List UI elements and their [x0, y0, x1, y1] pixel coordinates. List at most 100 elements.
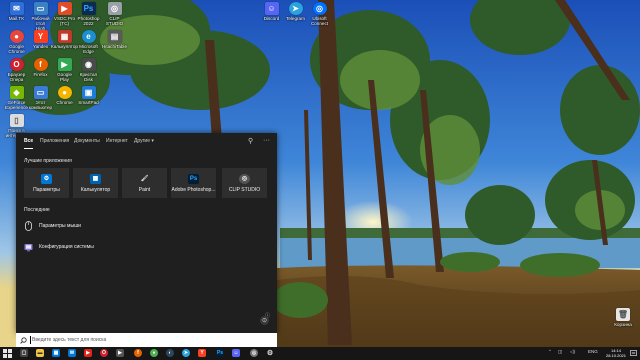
telegram-icon: ➤ [288, 2, 303, 15]
desktop-icon-16[interactable]: ▭ Этот компьютер [27, 86, 54, 110]
desktop-icon-10[interactable]: O Браузер Опера [3, 58, 30, 82]
desktop-icon-11[interactable]: f Firefox [27, 58, 54, 77]
more-options-icon[interactable]: ··· [263, 137, 270, 144]
desktop-icon-17[interactable]: ● Chrome [51, 86, 78, 105]
recent-title: Последние [24, 207, 50, 213]
desktop-icon-12[interactable]: ▶ Google Play [51, 58, 78, 82]
mail-icon: ✉ [9, 2, 24, 15]
chrome-icon: ● [9, 30, 24, 43]
telegram-icon[interactable]: ➤ [182, 349, 190, 357]
computer-icon: ▭ [33, 86, 48, 99]
photoshop-icon: Ps [81, 2, 96, 15]
clip-studio-icon: ◎ [107, 2, 122, 15]
desktop-icon-3[interactable]: Ps Photoshop 2022 [75, 2, 102, 26]
tab-all[interactable]: Все [24, 138, 34, 149]
gear-icon: ⚙ [41, 173, 52, 184]
volume-icon[interactable]: ◁) [570, 349, 575, 355]
recycle-bin[interactable]: 🗑 Корзина [611, 308, 635, 327]
pad-icon: ▣ [81, 86, 96, 99]
search-input[interactable] [32, 335, 232, 345]
clip-studio-icon: ◎ [239, 173, 250, 184]
tray-overflow-icon[interactable]: ⌃ [548, 349, 552, 355]
app-tile-photoshop[interactable]: Ps Adobe Photoshop... [171, 168, 216, 198]
desktop-icon-8[interactable]: e Microsoft Edge [75, 30, 102, 54]
clip-studio-icon[interactable]: ◎ [250, 349, 258, 357]
clock[interactable]: 14:14 28.10.2021 [606, 348, 626, 358]
file-explorer-icon[interactable]: ▬ [36, 349, 44, 357]
desktop-icon-telegram[interactable]: ➤ Telegram [282, 2, 309, 21]
windows-start-icon[interactable] [3, 349, 12, 358]
feedback-icon[interactable]: ⚲ [248, 137, 253, 145]
file-icon: ▯ [9, 114, 24, 127]
firefox-icon: f [33, 58, 48, 71]
desktop-icon-1[interactable]: ▭ Рабочий стол High [27, 2, 54, 31]
play-icon: ▶ [57, 58, 72, 71]
camera-search-icon[interactable]: ⊙ [260, 316, 269, 325]
app-tile-settings[interactable]: ⚙ Параметры [24, 168, 69, 198]
search-tabs: Все Приложения Документы Интернет Другие… [16, 133, 277, 151]
language-indicator[interactable]: ENG [588, 349, 598, 354]
desktop-icon-18[interactable]: ▣ SmartPad [75, 86, 102, 105]
tab-documents[interactable]: Документы [74, 138, 100, 146]
calculator-icon: ▦ [90, 173, 101, 184]
firefox-icon[interactable]: f [134, 349, 142, 357]
disk-icon: ◉ [81, 58, 96, 71]
opera-icon[interactable]: O [100, 349, 108, 357]
taskbar-search-box[interactable] [16, 333, 277, 347]
network-icon[interactable]: ◫ [558, 349, 562, 355]
recycle-bin-icon: 🗑 [616, 308, 630, 321]
mouse-icon [24, 221, 33, 231]
tab-other[interactable]: Другие ▾ [134, 138, 154, 146]
yandex-icon[interactable]: Y [198, 349, 206, 357]
tab-internet[interactable]: Интернет [106, 138, 128, 146]
search-icon [18, 336, 29, 344]
desktop-icon-discord[interactable]: ☺ Discord [258, 2, 285, 21]
chrome2-icon: ● [57, 86, 72, 99]
edge-icon: e [81, 30, 96, 43]
notification-icon[interactable] [630, 350, 637, 357]
youtube-icon[interactable]: ▶ [84, 349, 92, 357]
steam-icon[interactable]: ◐ [166, 349, 174, 357]
video-editor-icon: ▶ [57, 2, 72, 15]
best-apps-title: Лучшие приложения [24, 158, 72, 164]
search-panel: Все Приложения Документы Интернет Другие… [16, 133, 277, 333]
discord-icon: ☺ [264, 2, 279, 15]
monitor-icon: ▭ [33, 2, 48, 15]
tab-apps[interactable]: Приложения [40, 138, 69, 146]
discord-icon[interactable]: ☺ [232, 349, 240, 357]
desktop-icon-2[interactable]: ▶ VSDC Pro (TC) [51, 2, 78, 26]
desktop-icon-9[interactable]: ▤ HitachiTable [101, 30, 128, 49]
task-view-icon[interactable]: ▢ [20, 349, 28, 357]
chrome-icon[interactable]: ● [150, 349, 158, 357]
media-player-icon[interactable]: ▶ [116, 349, 124, 357]
desktop-icon-5[interactable]: ● Google Chrome [3, 30, 30, 54]
gear-icon[interactable]: ⚙ [266, 349, 274, 357]
app-tile-calculator[interactable]: ▦ Калькулятор [73, 168, 118, 198]
recent-item-mouse-settings[interactable]: Параметры мыши [24, 219, 81, 233]
desktop-icon-ubisoft[interactable]: ◎ Ubisoft Connect [306, 2, 333, 26]
text-caret [30, 336, 31, 344]
ms-store-icon[interactable]: ▦ [52, 349, 60, 357]
desktop-icon-7[interactable]: ▦ Калькулятор [51, 30, 78, 49]
system-config-icon [24, 243, 33, 252]
clock-date: 28.10.2021 [605, 353, 626, 358]
table-icon: ▤ [107, 30, 122, 43]
recent-item-system-config[interactable]: Конфигурация системы [24, 240, 94, 254]
ubisoft-icon: ◎ [312, 2, 327, 15]
taskbar: ▢ ▬ ▦ ✉ ▶ O ▶ f ● ◐ ➤ Y Ps ☺ ◎ ⚙ ⌃ ◫ ◁) … [0, 347, 640, 360]
photoshop-icon[interactable]: Ps [216, 349, 224, 357]
desktop-icon-6[interactable]: Y Yandex [27, 30, 54, 49]
app-tile-paint[interactable]: 🖌 Paint [122, 168, 167, 198]
yandex-icon: Y [33, 30, 48, 43]
mail-icon[interactable]: ✉ [68, 349, 76, 357]
desktop-icon-0[interactable]: ✉ Mail.TK [3, 2, 30, 21]
app-tile-clip-studio[interactable]: ◎ CLIP STUDIO [222, 168, 267, 198]
paint-icon: 🖌 [140, 176, 149, 182]
calculator-icon: ▦ [57, 30, 72, 43]
opera-icon: O [9, 58, 24, 71]
geforce-icon: ◆ [9, 86, 24, 99]
photoshop-icon: Ps [188, 173, 199, 184]
desktop-icon-4[interactable]: ◎ CLIP STUDIO [101, 2, 128, 26]
desktop-icon-15[interactable]: ◆ GeForce Experience [3, 86, 30, 110]
desktop-icon-13[interactable]: ◉ Кристал Disk [75, 58, 102, 82]
